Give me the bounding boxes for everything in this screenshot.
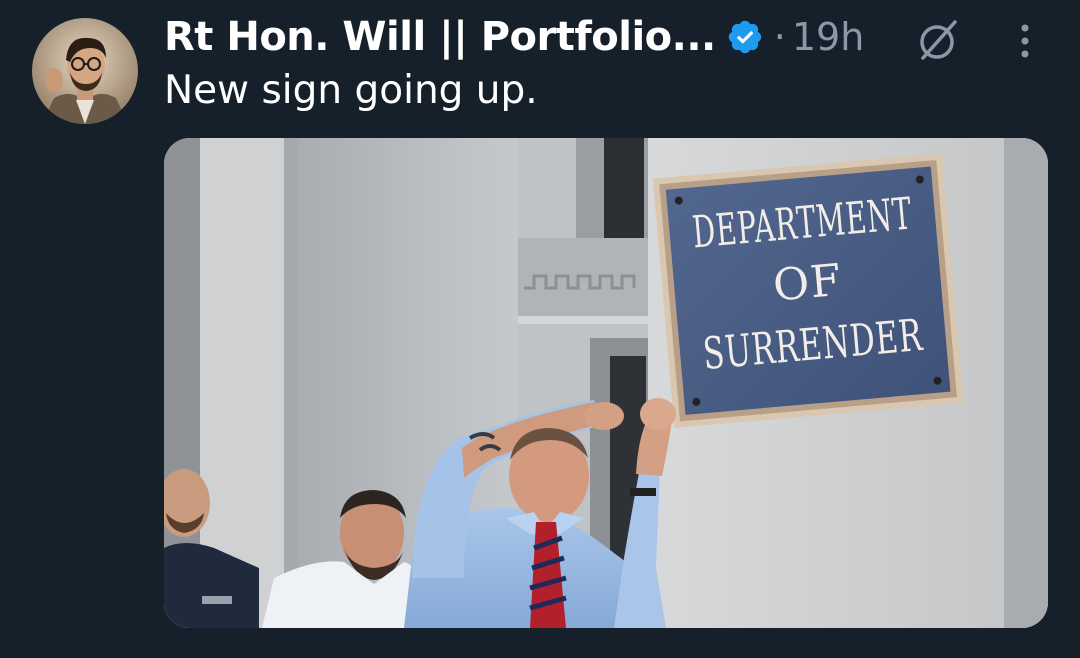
- more-vertical-icon[interactable]: [1010, 16, 1040, 64]
- sign-line-2: OF: [771, 255, 844, 312]
- avatar-image: [32, 18, 138, 124]
- timestamp[interactable]: 19h: [792, 15, 864, 59]
- photo-image: DEPARTMENT OF SURRENDER: [164, 138, 1048, 628]
- separator-dot: ·: [773, 15, 786, 59]
- tweet[interactable]: Rt Hon. Will || Portfolio... · 19h New s…: [0, 0, 1080, 658]
- tweet-text: New sign going up.: [164, 68, 538, 113]
- tweet-header: Rt Hon. Will || Portfolio... · 19h: [164, 6, 864, 68]
- tweet-media-photo[interactable]: DEPARTMENT OF SURRENDER: [164, 138, 1048, 628]
- author-name[interactable]: Rt Hon. Will || Portfolio...: [164, 14, 716, 60]
- avatar[interactable]: [32, 18, 138, 124]
- grok-icon[interactable]: [915, 16, 963, 64]
- verified-badge-icon[interactable]: [726, 18, 764, 56]
